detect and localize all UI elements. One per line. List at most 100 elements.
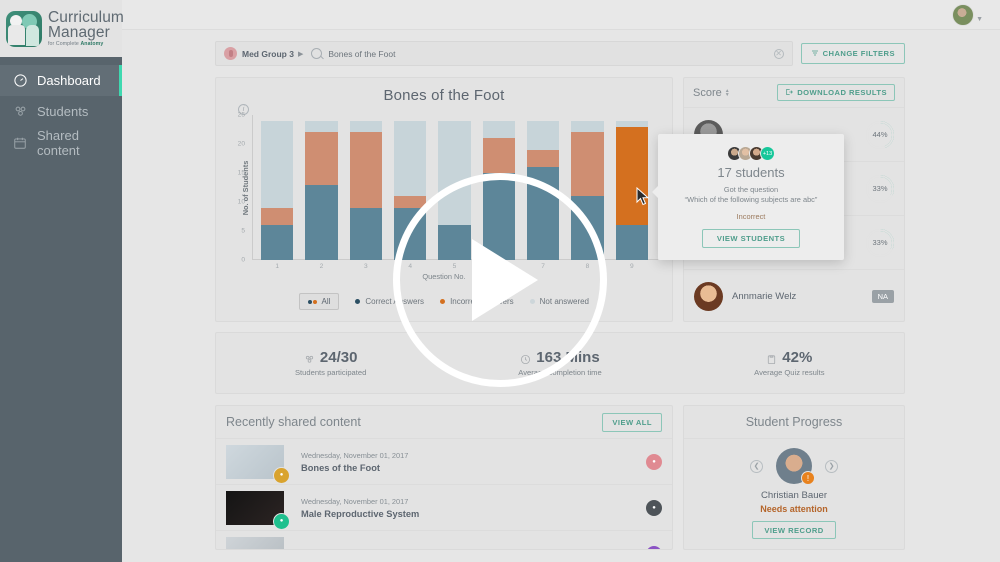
change-filters-button[interactable]: CHANGE FILTERS <box>800 43 905 64</box>
tooltip-line-1: Got the question <box>723 185 779 194</box>
group-name: Med Group 3 <box>242 48 294 59</box>
view-record-button[interactable]: VIEW RECORD <box>752 521 836 539</box>
microphone-icon[interactable]: ● <box>646 499 662 516</box>
model-icon[interactable]: ● <box>646 545 662 549</box>
clipboard-icon <box>766 352 777 365</box>
stacked-bar[interactable] <box>260 115 294 260</box>
score-value: 33% <box>868 230 892 255</box>
quiz-icon: ● <box>273 466 290 484</box>
y-axis-line <box>252 115 253 260</box>
score-label: Score <box>693 86 722 99</box>
bar-slot[interactable] <box>255 115 299 260</box>
brand-line-2: Manager <box>48 24 110 42</box>
close-circle-icon[interactable]: ✕ <box>773 48 784 59</box>
student-progress-header: Student Progress <box>684 406 904 439</box>
gauge-icon <box>12 73 28 89</box>
avatar[interactable]: ! <box>776 448 815 485</box>
y-tick: 20 <box>237 140 245 148</box>
student-progress-card: Student Progress ❮ ! ❯ Christian Bauer N… <box>683 405 905 550</box>
stacked-bar[interactable] <box>305 115 338 260</box>
bar-segment-not-answered <box>571 120 604 133</box>
sidebar-item-shared-content[interactable]: Shared content <box>0 127 122 158</box>
brand-line-1: Curriculum <box>48 8 124 26</box>
avatar <box>694 282 723 311</box>
sidebar-item-label: Dashboard <box>37 73 101 88</box>
sidebar-item-students[interactable]: Students <box>0 96 122 127</box>
student-name: Christian Bauer <box>760 490 828 501</box>
y-tick: 25 <box>237 111 245 119</box>
screen-icon: ● <box>273 512 290 530</box>
shared-content-rows: ● Wednesday, November 01, 2017 Bones of th… <box>216 439 672 550</box>
avatar[interactable] <box>952 4 974 26</box>
status-badge: Needs attention <box>760 504 828 514</box>
section-title: Recently shared content <box>226 415 361 429</box>
legend-all-swatches <box>307 299 318 304</box>
content-date: Tuesday, October 31, 2017 <box>301 548 646 550</box>
stat-value: 42% <box>782 349 813 366</box>
alert-badge: ! <box>801 471 815 485</box>
stat-caption: Students participated <box>294 368 367 377</box>
topbar: ▼ <box>122 0 1000 30</box>
recently-shared-content-card: Recently shared content VIEW ALL ● Wednes… <box>215 405 673 550</box>
shared-content-row[interactable]: ● Wednesday, November 01, 2017 Male Reprod… <box>216 485 672 531</box>
bar-slot[interactable] <box>299 115 343 260</box>
legend-swatch <box>355 299 361 304</box>
score-row[interactable]: Annmarie Welz NA <box>684 270 904 321</box>
view-all-button[interactable]: VIEW ALL <box>602 412 662 432</box>
x-tick: 2 <box>319 263 324 270</box>
sidebar-item-label: Students <box>37 104 89 119</box>
bar-segment-not-answered <box>260 120 294 208</box>
group-avatar <box>224 47 237 60</box>
sidebar: Curriculum Manager for Complete Anatomy … <box>0 0 124 562</box>
stat-caption: Average Quiz results <box>754 368 825 377</box>
chevron-right-icon[interactable]: ❯ <box>825 459 838 473</box>
view-students-button[interactable]: VIEW STUDENTS <box>701 228 801 248</box>
legend-all-toggle[interactable]: All <box>298 293 340 310</box>
download-results-button[interactable]: DOWNLOAD RESULTS <box>777 84 895 101</box>
filter-row: Med Group 3 ▶ Bones of the Foot ✕ CHANGE… <box>215 41 905 66</box>
score-ring: 33% <box>866 228 894 257</box>
bar-segment-incorrect <box>526 149 560 168</box>
play-button[interactable] <box>393 173 607 387</box>
mouse-cursor <box>636 187 650 206</box>
content-title: Male Reproductive System <box>301 508 420 519</box>
sidebar-item-label: Shared content <box>37 127 80 158</box>
bar-segment-incorrect <box>482 138 515 173</box>
content-meta: Wednesday, November 01, 2017 Bones of the… <box>301 451 646 473</box>
sidebar-item-dashboard[interactable]: Dashboard <box>0 65 122 96</box>
brand-text: Curriculum Manager for Complete Anatomy <box>48 8 124 48</box>
stacked-bar[interactable] <box>349 115 382 260</box>
content-thumbnail: ● <box>226 444 290 484</box>
score-ring: 33% <box>866 174 894 203</box>
tooltip-count: 17 students <box>717 165 785 180</box>
bar-segment-correct <box>260 225 294 260</box>
score-sort-control[interactable]: Score ▲ ▼ <box>693 87 730 99</box>
section-title: Student Progress <box>745 415 843 429</box>
score-ring: 44% <box>866 120 894 149</box>
filter-icon <box>811 49 819 59</box>
view-all-label: VIEW ALL <box>612 417 652 427</box>
content-date: Wednesday, November 01, 2017 <box>301 450 409 460</box>
bar-segment-correct <box>615 225 648 260</box>
chevron-left-icon[interactable]: ❮ <box>750 459 763 473</box>
shared-content-header: Recently shared content VIEW ALL <box>216 406 672 439</box>
chevron-down-icon[interactable]: ▼ <box>976 16 983 23</box>
shared-content-row[interactable]: Tuesday, October 31, 2017● <box>216 531 672 550</box>
lecture-icon[interactable]: ● <box>646 453 662 470</box>
export-icon <box>785 88 794 98</box>
content-meta: Wednesday, November 01, 2017 Male Reprodu… <box>301 497 646 519</box>
bar-segment-not-answered <box>482 120 515 139</box>
score-value: 44% <box>868 122 892 147</box>
shared-content-row[interactable]: ● Wednesday, November 01, 2017 Bones of th… <box>216 439 672 485</box>
filter-bar[interactable]: Med Group 3 ▶ Bones of the Foot ✕ <box>215 41 793 66</box>
breadcrumb-arrow-icon: ▶ <box>297 50 304 58</box>
bar-slot[interactable] <box>344 115 388 260</box>
brand-logo-area[interactable]: Curriculum Manager for Complete Anatomy <box>0 0 124 57</box>
bar-segment-not-answered <box>305 120 338 133</box>
bar-segment-incorrect <box>305 132 338 185</box>
download-label: DOWNLOAD RESULTS <box>797 88 887 97</box>
chart-title: Bones of the Foot <box>383 87 505 104</box>
bottom-row: Recently shared content VIEW ALL ● Wednes… <box>215 405 905 550</box>
change-filters-label: CHANGE FILTERS <box>822 49 895 58</box>
student-progress-body: ❮ ! ❯ Christian Bauer Needs attention VI… <box>684 439 904 539</box>
